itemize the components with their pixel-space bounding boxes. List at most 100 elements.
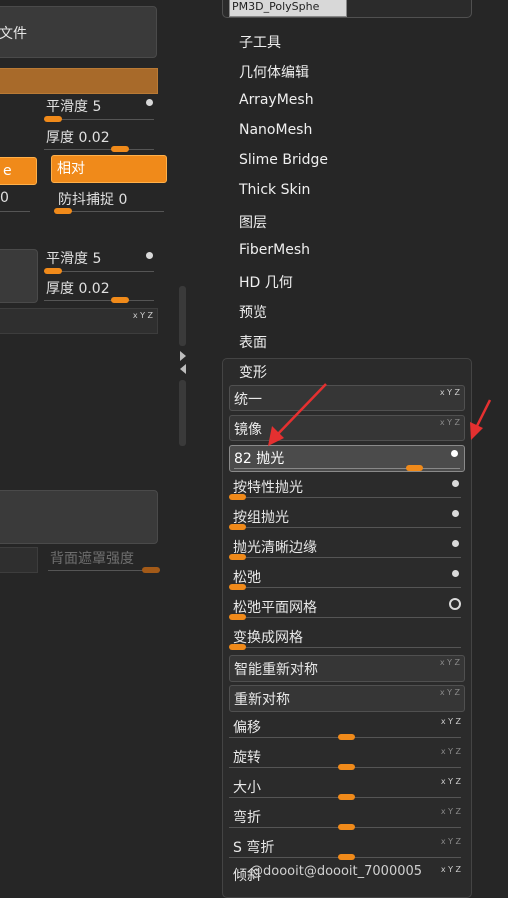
collapse-arrows-icon[interactable] <box>179 350 187 376</box>
morph-to-grid-slider[interactable]: 变换成网格 <box>229 625 465 653</box>
bend-label: 弯折 <box>233 810 261 826</box>
relax-slider[interactable]: 松弛 <box>229 565 465 593</box>
offset-knob[interactable] <box>338 734 355 740</box>
smart-resym-button[interactable]: 智能重新对称 x Y Z <box>229 655 465 682</box>
polish-crisp-edges-track[interactable] <box>229 557 461 558</box>
tool-header-box: PM3D_PolySphe <box>222 0 472 18</box>
bend-knob[interactable] <box>338 824 355 830</box>
backface-mask-label: 背面遮罩强度 <box>50 551 134 567</box>
menu-thick-skin[interactable]: Thick Skin <box>239 182 310 198</box>
menu-nanomesh[interactable]: NanoMesh <box>239 122 312 138</box>
s-bend-xyz-icon[interactable]: x Y Z <box>441 837 461 846</box>
menu-deformation[interactable]: 变形 <box>239 362 267 382</box>
left-lower-field[interactable] <box>0 547 38 573</box>
rotate-slider[interactable]: 旋转 x Y Z <box>229 745 465 773</box>
tool-name-field[interactable]: PM3D_PolySphe <box>229 0 347 17</box>
s-bend-slider[interactable]: S 弯折 x Y Z <box>229 835 465 863</box>
menu-slime-bridge[interactable]: Slime Bridge <box>239 152 328 168</box>
relax-track[interactable] <box>229 587 461 588</box>
relative-button-label: 相对 <box>57 161 85 177</box>
bend-xyz-icon[interactable]: x Y Z <box>441 807 461 816</box>
menu-arraymesh[interactable]: ArrayMesh <box>239 92 314 108</box>
polish-by-groups-track[interactable] <box>229 527 461 528</box>
relax-plane-grid-track[interactable] <box>229 617 461 618</box>
anti-snap-knob[interactable] <box>54 208 72 214</box>
offset-label: 偏移 <box>233 720 261 736</box>
size-label: 大小 <box>233 780 261 796</box>
relax-dot[interactable] <box>452 570 459 577</box>
relax-plane-grid-label: 松弛平面网格 <box>233 600 317 616</box>
relax-plane-grid-slider[interactable]: 松弛平面网格 <box>229 595 465 623</box>
polish-toggle-dot[interactable] <box>451 450 458 457</box>
left-value-label: 0 <box>0 190 9 206</box>
left-lower-panel[interactable] <box>0 490 158 544</box>
mode-chip-button[interactable]: e <box>0 157 37 185</box>
bend-slider[interactable]: 弯折 x Y Z <box>229 805 465 833</box>
polish-track[interactable] <box>234 468 460 469</box>
smart-resym-xyz-icon[interactable]: x Y Z <box>440 658 460 667</box>
size-xyz-icon[interactable]: x Y Z <box>441 777 461 786</box>
left-panel: 文件 平滑度 5 厚度 0.02 e 相对 0 防抖捕捉 0 平滑度 5 厚度 … <box>0 0 178 889</box>
size-knob[interactable] <box>338 794 355 800</box>
offset-xyz-icon[interactable]: x Y Z <box>441 717 461 726</box>
relax-plane-grid-ring-icon[interactable] <box>449 598 461 610</box>
s-bend-knob[interactable] <box>338 854 355 860</box>
resym-xyz-icon[interactable]: x Y Z <box>440 688 460 697</box>
offset-slider[interactable]: 偏移 x Y Z <box>229 715 465 743</box>
menu-layers[interactable]: 图层 <box>239 212 267 232</box>
thickness2-slider-track[interactable] <box>44 300 154 301</box>
smooth2-toggle-dot[interactable] <box>146 252 153 259</box>
relax-plane-grid-knob[interactable] <box>229 614 246 620</box>
menu-hd-geometry[interactable]: HD 几何 <box>239 272 293 292</box>
left-value-track[interactable] <box>0 211 30 212</box>
thickness-slider-knob[interactable] <box>111 146 129 152</box>
active-color-bar[interactable] <box>0 68 158 94</box>
polish-crisp-edges-knob[interactable] <box>229 554 246 560</box>
polish-by-groups-slider[interactable]: 按组抛光 <box>229 505 465 533</box>
polish-by-features-knob[interactable] <box>229 494 246 500</box>
panel-scrollbar-lower[interactable] <box>179 380 186 446</box>
watermark-text: @doooit@doooit_7000005 <box>250 864 423 879</box>
smooth-toggle-dot[interactable] <box>146 99 153 106</box>
menu-preview[interactable]: 预览 <box>239 302 267 322</box>
smooth2-slider-label: 平滑度 5 <box>46 251 102 267</box>
polish-knob[interactable] <box>406 465 423 471</box>
polish-by-groups-dot[interactable] <box>452 510 459 517</box>
left-input-field[interactable]: x Y Z <box>0 308 158 334</box>
smooth-slider-knob[interactable] <box>44 116 62 122</box>
smooth2-slider-knob[interactable] <box>44 268 62 274</box>
menu-fibermesh[interactable]: FiberMesh <box>239 242 310 258</box>
polish-by-features-dot[interactable] <box>452 480 459 487</box>
menu-surface[interactable]: 表面 <box>239 332 267 352</box>
file-button[interactable]: 文件 <box>0 6 157 58</box>
unify-xyz-icon[interactable]: x Y Z <box>440 388 460 397</box>
size-slider[interactable]: 大小 x Y Z <box>229 775 465 803</box>
polish-crisp-edges-dot[interactable] <box>452 540 459 547</box>
left-swatch-panel[interactable] <box>0 249 38 303</box>
skew-xyz-icon[interactable]: x Y Z <box>441 865 461 874</box>
rotate-xyz-icon[interactable]: x Y Z <box>441 747 461 756</box>
smooth-slider-label: 平滑度 5 <box>46 99 102 115</box>
menu-geometry[interactable]: 几何体编辑 <box>239 62 309 82</box>
annotation-arrow-right <box>470 399 492 440</box>
thickness2-slider-label: 厚度 0.02 <box>46 281 110 297</box>
relative-button[interactable]: 相对 <box>51 155 167 183</box>
morph-to-grid-knob[interactable] <box>229 644 246 650</box>
relax-knob[interactable] <box>229 584 246 590</box>
annotation-arrow-left <box>268 383 327 446</box>
smart-resym-label: 智能重新对称 <box>234 662 318 678</box>
polish-by-features-slider[interactable]: 按特性抛光 <box>229 475 465 503</box>
thickness2-slider-knob[interactable] <box>111 297 129 303</box>
thickness-slider-track[interactable] <box>44 149 154 150</box>
polish-by-features-track[interactable] <box>229 497 461 498</box>
panel-scrollbar-upper[interactable] <box>179 286 186 346</box>
resym-button[interactable]: 重新对称 x Y Z <box>229 685 465 712</box>
polish-by-groups-knob[interactable] <box>229 524 246 530</box>
menu-subtool[interactable]: 子工具 <box>239 32 281 52</box>
mirror-xyz-icon[interactable]: x Y Z <box>440 418 460 427</box>
rotate-knob[interactable] <box>338 764 355 770</box>
morph-to-grid-track[interactable] <box>229 647 461 648</box>
polish-crisp-edges-label: 抛光清晰边缘 <box>233 540 317 556</box>
polish-crisp-edges-slider[interactable]: 抛光清晰边缘 <box>229 535 465 563</box>
backface-mask-knob[interactable] <box>142 567 160 573</box>
